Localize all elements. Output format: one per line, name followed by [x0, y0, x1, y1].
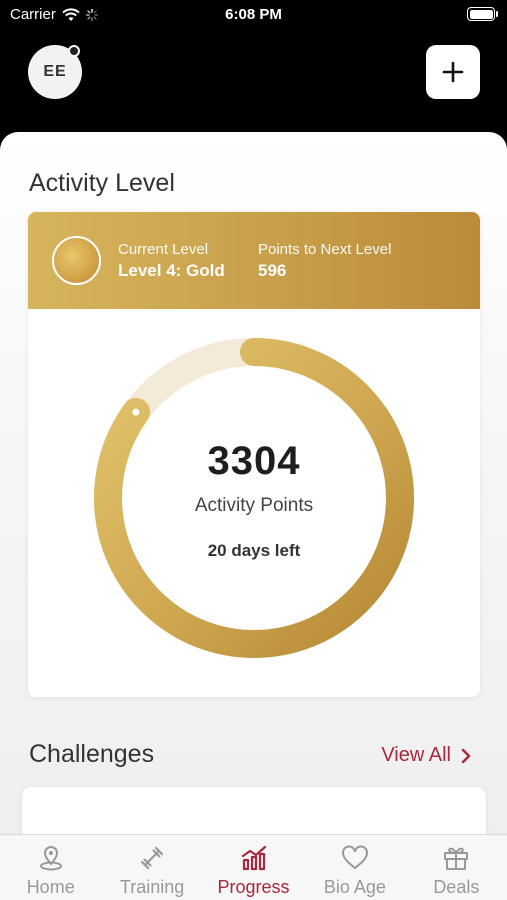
progress-ring: 3304 Activity Points 20 days left: [28, 309, 480, 697]
status-bar: Carrier 6:08 PM: [0, 0, 507, 30]
chevron-right-icon: [461, 748, 471, 763]
challenge-card[interactable]: [22, 787, 486, 834]
view-all-label: View All: [381, 744, 451, 766]
heart-icon: [341, 845, 368, 870]
tab-home[interactable]: Home: [0, 835, 101, 900]
days-left: 20 days left: [207, 541, 301, 560]
tab-deals-label: Deals: [433, 877, 480, 897]
points-to-next-level: Points to Next Level 596: [258, 241, 391, 281]
view-all-link[interactable]: View All: [381, 744, 471, 767]
tab-progress[interactable]: Progress: [203, 835, 304, 900]
progress-end-dot: [132, 408, 140, 416]
home-pin-icon: [39, 845, 62, 871]
next-level-label: Points to Next Level: [258, 241, 392, 258]
challenges-title: Challenges: [29, 740, 155, 768]
tab-progress-label: Progress: [217, 877, 290, 897]
activity-level-card[interactable]: Current Level Level 4: Gold Points to Ne…: [28, 212, 480, 697]
chart-icon: [241, 845, 266, 871]
add-button[interactable]: [426, 45, 480, 99]
main-content[interactable]: Activity Level Current Level Level 4: Go…: [0, 132, 507, 834]
tab-training[interactable]: Training: [101, 835, 202, 900]
avatar-initials: EE: [43, 63, 67, 80]
battery-icon: [467, 7, 498, 21]
tab-home-label: Home: [26, 877, 75, 897]
gold-badge-icon: [52, 236, 101, 285]
tab-deals[interactable]: Deals: [406, 835, 507, 900]
current-level-value: Level 4: Gold: [118, 261, 225, 280]
gift-icon: [444, 847, 469, 870]
tab-bar: Home Training Progress Bio Age Deals: [0, 834, 507, 900]
activity-points-label: Activity Points: [194, 495, 314, 516]
activity-level-title: Activity Level: [29, 169, 175, 197]
activity-points-value: 3304: [207, 439, 301, 483]
notification-dot: [68, 45, 80, 57]
tab-bio-age-label: Bio Age: [323, 877, 386, 897]
tab-training-label: Training: [119, 877, 185, 897]
clock: 6:08 PM: [225, 6, 282, 23]
level-header: Current Level Level 4: Gold Points to Ne…: [28, 212, 480, 309]
dumbbell-icon: [141, 846, 164, 870]
next-level-value: 596: [258, 261, 287, 280]
current-level-label: Current Level: [118, 241, 209, 258]
current-level: Current Level Level 4: Gold: [118, 241, 225, 281]
tab-bio-age[interactable]: Bio Age: [304, 835, 405, 900]
plus-icon: [442, 61, 464, 83]
avatar[interactable]: EE: [28, 45, 82, 99]
